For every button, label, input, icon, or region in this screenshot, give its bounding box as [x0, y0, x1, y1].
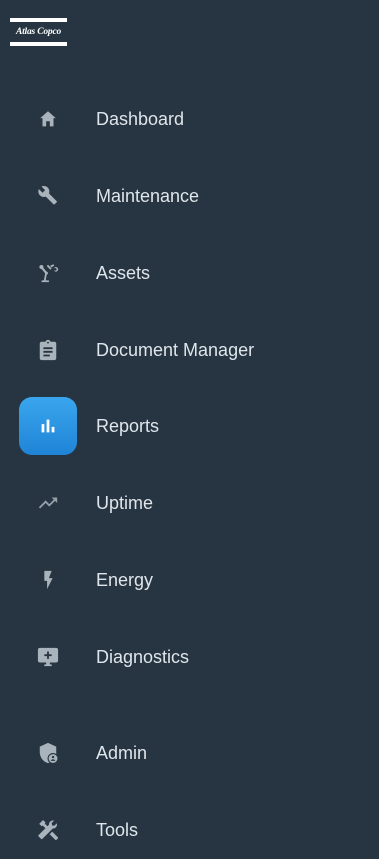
nav-item-dashboard[interactable]: Dashboard [0, 91, 379, 147]
lightning-icon [19, 552, 77, 608]
shield-user-icon [19, 725, 77, 781]
nav-item-label: Maintenance [96, 186, 200, 206]
nav-item-label: Tools [96, 820, 139, 840]
nav-item-diagnostics[interactable]: Diagnostics [0, 629, 379, 685]
nav-item-label: Assets [96, 263, 151, 283]
tools-icon [19, 802, 77, 858]
nav-item-label: Admin [96, 743, 148, 763]
nav-item-admin[interactable]: Admin [0, 725, 379, 781]
nav-item-tools[interactable]: Tools [0, 802, 379, 858]
nav-item-label: Dashboard [96, 109, 185, 129]
atlas-copco-logo[interactable]: Atlas Copco [10, 18, 67, 46]
robot-arm-icon [19, 245, 77, 301]
wrench-icon [19, 168, 77, 224]
nav-item-label: Uptime [96, 493, 154, 513]
nav-item-uptime[interactable]: Uptime [0, 475, 379, 531]
nav-item-label: Document Manager [96, 340, 255, 360]
sidebar: Atlas Copco Dashboard Maintenance Assets… [0, 0, 379, 859]
nav-item-label: Energy [96, 570, 154, 590]
nav-item-label: Reports [96, 416, 160, 436]
nav-item-assets[interactable]: Assets [0, 245, 379, 301]
clipboard-icon [19, 322, 77, 378]
trending-up-icon [19, 475, 77, 531]
nav-item-label: Diagnostics [96, 647, 190, 667]
logo-text: Atlas Copco [15, 27, 62, 37]
monitor-plus-icon [19, 629, 77, 685]
bar-chart-icon [19, 397, 77, 455]
nav-item-reports[interactable]: Reports [0, 397, 379, 455]
nav-item-energy[interactable]: Energy [0, 552, 379, 608]
home-icon [19, 91, 77, 147]
nav-item-document-manager[interactable]: Document Manager [0, 322, 379, 378]
nav-item-maintenance[interactable]: Maintenance [0, 168, 379, 224]
